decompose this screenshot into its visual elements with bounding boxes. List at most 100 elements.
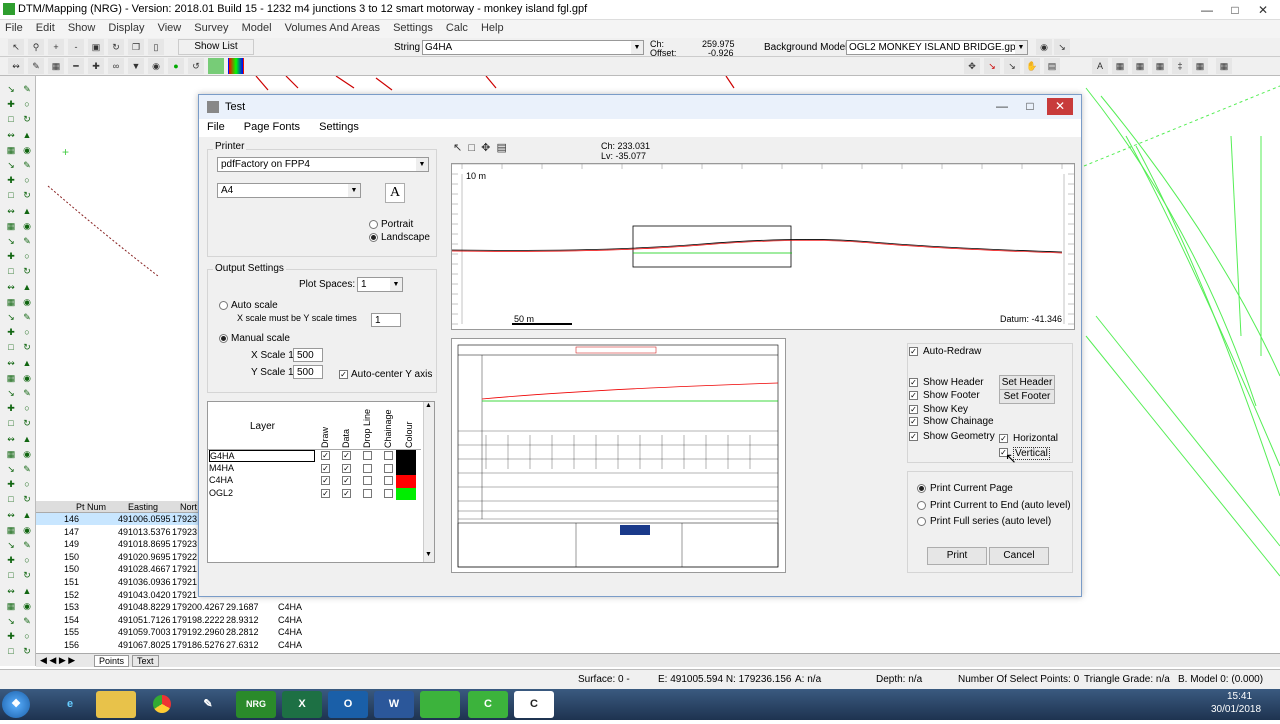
left-tool-icon[interactable]: ✎: [20, 386, 34, 400]
left-tool-icon[interactable]: ↭: [4, 432, 18, 446]
left-tool-icon[interactable]: ▲: [20, 356, 34, 370]
scroll-up-icon[interactable]: ▲: [425, 402, 432, 409]
left-tool-icon[interactable]: ✚: [4, 477, 18, 491]
auto-scale-radio[interactable]: [219, 301, 228, 310]
layer-colour-swatch[interactable]: [396, 462, 416, 475]
left-tool-icon[interactable]: ▲: [20, 508, 34, 522]
left-tool-icon[interactable]: □: [4, 188, 18, 202]
layer-checkbox[interactable]: [363, 463, 372, 473]
cancel-button[interactable]: Cancel: [989, 547, 1049, 565]
model-select-icon[interactable]: ↘: [1054, 39, 1070, 55]
left-tool-icon[interactable]: ↘: [4, 310, 18, 324]
menu-calc[interactable]: Calc: [441, 20, 473, 36]
layer-checkbox[interactable]: ✓: [342, 463, 351, 473]
layer-row[interactable]: G4HA ✓ ✓: [208, 450, 421, 463]
left-tool-icon[interactable]: □: [4, 492, 18, 506]
table-row[interactable]: 155 491059.7003 179192.2960 28.2812 C4HA: [36, 626, 384, 638]
left-tool-icon[interactable]: ✎: [20, 462, 34, 476]
left-tool-icon[interactable]: ↻: [20, 568, 34, 582]
left-tool-icon[interactable]: ▦: [4, 295, 18, 309]
left-tool-icon[interactable]: ▲: [20, 432, 34, 446]
grid2-icon[interactable]: ▦: [1132, 58, 1148, 74]
show-header-checkbox[interactable]: ✓: [909, 378, 918, 387]
left-tool-icon[interactable]: ↭: [4, 508, 18, 522]
grid-icon[interactable]: ▦: [1112, 58, 1128, 74]
left-tool-icon[interactable]: ↘: [4, 234, 18, 248]
tab-text[interactable]: Text: [132, 655, 159, 667]
dialog-menu-file[interactable]: File: [199, 119, 233, 135]
maximize-icon[interactable]: □: [1224, 2, 1246, 18]
layer-checkbox[interactable]: ✓: [342, 488, 351, 498]
start-button[interactable]: ❖: [2, 691, 30, 718]
tab-points[interactable]: Points: [94, 655, 130, 667]
left-tool-icon[interactable]: ○: [20, 553, 34, 567]
zoom-window-icon[interactable]: ▣: [88, 39, 104, 55]
dialog-menu-settings[interactable]: Settings: [311, 119, 367, 135]
cursor-arrow-icon[interactable]: ↖: [453, 142, 462, 154]
left-tool-icon[interactable]: ○: [20, 629, 34, 643]
camera-icon[interactable]: ◉: [148, 58, 164, 74]
layer-checkbox[interactable]: ✓: [321, 463, 330, 473]
show-list-button[interactable]: Show List: [178, 39, 254, 55]
grid5-icon[interactable]: ▦: [1216, 58, 1232, 74]
left-tool-icon[interactable]: ◉: [20, 599, 34, 613]
word-icon[interactable]: W: [374, 691, 414, 718]
layer-checkbox[interactable]: ✓: [321, 476, 330, 485]
left-tool-icon[interactable]: ↭: [4, 356, 18, 370]
grid3-icon[interactable]: ▦: [1152, 58, 1168, 74]
printer-select[interactable]: pdfFactory on FPP4 ▼: [217, 157, 429, 172]
redraw-icon[interactable]: ↻: [108, 39, 124, 55]
layer-checkbox[interactable]: [384, 488, 393, 498]
show-footer-checkbox[interactable]: ✓: [909, 391, 918, 400]
left-tool-icon[interactable]: ◉: [20, 219, 34, 233]
col-easting[interactable]: Easting: [128, 501, 158, 513]
string-combo[interactable]: G4HA ▼: [422, 40, 644, 55]
portrait-radio[interactable]: [369, 220, 378, 229]
x-scale-input[interactable]: 500: [293, 348, 323, 362]
dialog-close-icon[interactable]: ✕: [1047, 98, 1073, 115]
left-tool-icon[interactable]: ○: [20, 97, 34, 111]
manual-scale-radio[interactable]: [219, 334, 228, 343]
chrome-icon[interactable]: [142, 691, 182, 718]
nav-arrows-icon[interactable]: ◀ ◀ ▶ ▶: [40, 655, 75, 666]
horizontal-checkbox[interactable]: ✓: [999, 434, 1008, 443]
left-tool-icon[interactable]: ↘: [4, 386, 18, 400]
left-tool-icon[interactable]: □: [4, 264, 18, 278]
left-tool-icon[interactable]: ↭: [4, 280, 18, 294]
left-tool-icon[interactable]: ▲: [20, 584, 34, 598]
edit-tool-icon[interactable]: ↭: [8, 58, 24, 74]
menu-help[interactable]: Help: [476, 20, 509, 36]
left-tool-icon[interactable]: ◉: [20, 143, 34, 157]
left-tool-icon[interactable]: ↘: [4, 538, 18, 552]
green-circle-icon[interactable]: ●: [168, 58, 184, 74]
left-tool-icon[interactable]: ✎: [20, 538, 34, 552]
left-tool-icon[interactable]: ↭: [4, 204, 18, 218]
arrow-select-icon[interactable]: ↘: [1004, 58, 1020, 74]
profile-preview[interactable]: 10 m 50 m Datum: -41.346: [451, 163, 1075, 330]
left-tool-icon[interactable]: ▦: [4, 599, 18, 613]
left-tool-icon[interactable]: ◉: [20, 523, 34, 537]
show-geometry-checkbox[interactable]: ✓: [909, 432, 918, 441]
left-tool-icon[interactable]: ↻: [20, 188, 34, 202]
outlook-icon[interactable]: O: [328, 691, 368, 718]
left-tool-icon[interactable]: ↭: [4, 128, 18, 142]
left-tool-icon[interactable]: □: [4, 416, 18, 430]
cross-icon[interactable]: ✚: [88, 58, 104, 74]
left-tool-icon[interactable]: ▦: [4, 447, 18, 461]
gradient-icon[interactable]: [208, 58, 224, 74]
table-row[interactable]: 156 491067.8025 179186.5276 27.6312 C4HA: [36, 639, 384, 651]
print-current-page-radio[interactable]: [917, 484, 926, 493]
pencil-icon[interactable]: ✎: [28, 58, 44, 74]
zoom-out-icon[interactable]: -: [68, 39, 84, 55]
left-tool-icon[interactable]: ✎: [20, 234, 34, 248]
left-tool-icon[interactable]: ↘: [4, 462, 18, 476]
show-chainage-checkbox[interactable]: ✓: [909, 417, 918, 426]
text-tool-icon[interactable]: A: [1092, 58, 1108, 74]
left-tool-icon[interactable]: ✚: [4, 173, 18, 187]
layer-checkbox[interactable]: [363, 488, 372, 498]
left-tool-icon[interactable]: ▲: [20, 128, 34, 142]
layer-row[interactable]: M4HA ✓ ✓: [208, 462, 421, 475]
left-tool-icon[interactable]: ↻: [20, 644, 34, 658]
calc-icon[interactable]: C: [468, 691, 508, 718]
left-tool-icon[interactable]: □: [4, 568, 18, 582]
